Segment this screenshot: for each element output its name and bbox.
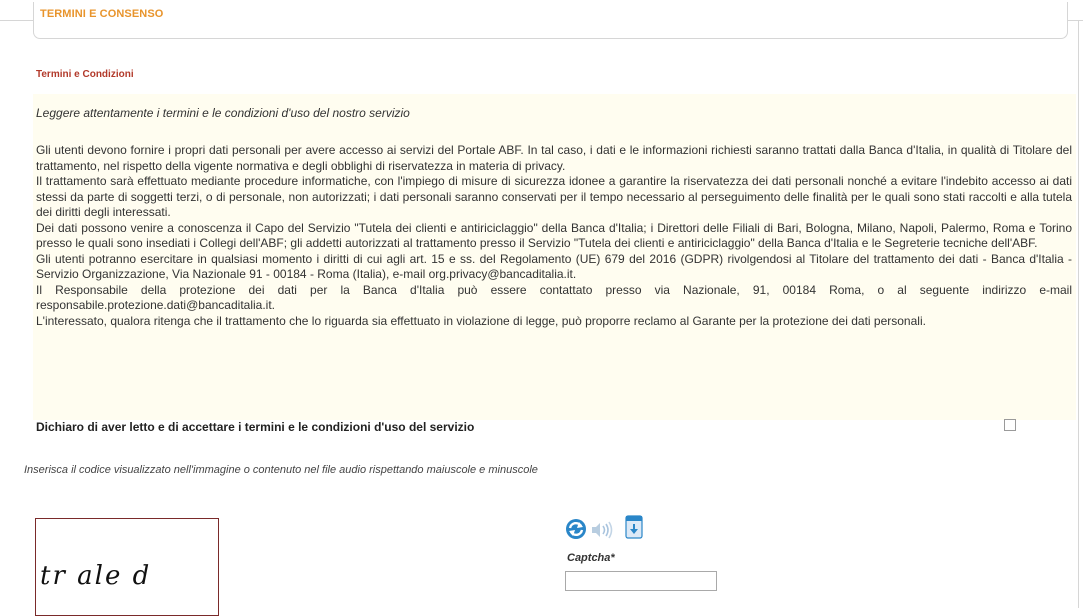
captcha-input[interactable] [565,571,717,591]
frame-right-line [1078,20,1079,608]
captcha-image: tr ale d [35,518,219,616]
refresh-icon-graphic [566,519,586,539]
terms-paragraph: L'interessato, qualora ritenga che il tr… [36,313,926,328]
download-icon-graphic [625,515,643,539]
accept-terms-label: Dichiaro di aver letto e di accettare i … [36,420,475,434]
captcha-hint: Inserisca il codice visualizzato nell'im… [24,464,538,476]
terms-paragraph: Gli utenti devono fornire i propri dati … [36,143,1072,173]
terms-paragraph: Dei dati possono venire a conoscenza il … [36,220,1072,251]
terms-paragraph: Il Responsabile della protezione dei dat… [36,282,1072,313]
terms-paragraph: Gli utenti potranno esercitare in qualsi… [36,251,1072,282]
refresh-icon[interactable] [565,518,587,540]
terms-subtitle: Termini e Condizioni [36,69,134,80]
terms-paragraph: Il trattamento sarà effettuato mediante … [36,174,1072,219]
frame-top-right-line [1066,20,1083,21]
frame-top-left-line [0,20,33,21]
download-icon[interactable] [625,515,643,539]
captcha-label: Captcha* [567,552,615,564]
section-legend [33,2,1068,39]
audio-icon[interactable] [590,520,614,540]
accept-terms-checkbox[interactable] [1004,419,1016,431]
section-title: TERMINI E CONSENSO [40,8,164,20]
audio-icon-graphic [592,521,613,539]
terms-intro: Leggere attentamente i termini e le cond… [36,106,410,120]
terms-body: Gli utenti devono fornire i propri dati … [36,143,1072,329]
captcha-image-text: tr ale d [40,561,152,591]
